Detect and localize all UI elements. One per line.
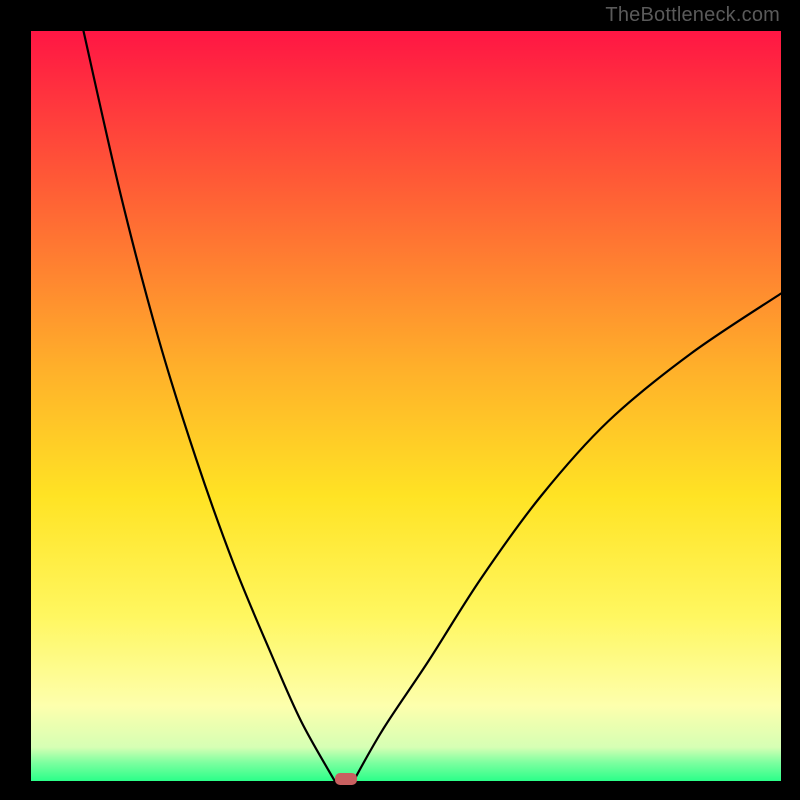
chart-frame: TheBottleneck.com xyxy=(0,0,800,800)
watermark-text: TheBottleneck.com xyxy=(605,4,780,27)
optimal-point-marker xyxy=(335,773,357,785)
plot-background xyxy=(31,31,781,781)
bottleneck-chart xyxy=(0,0,800,800)
